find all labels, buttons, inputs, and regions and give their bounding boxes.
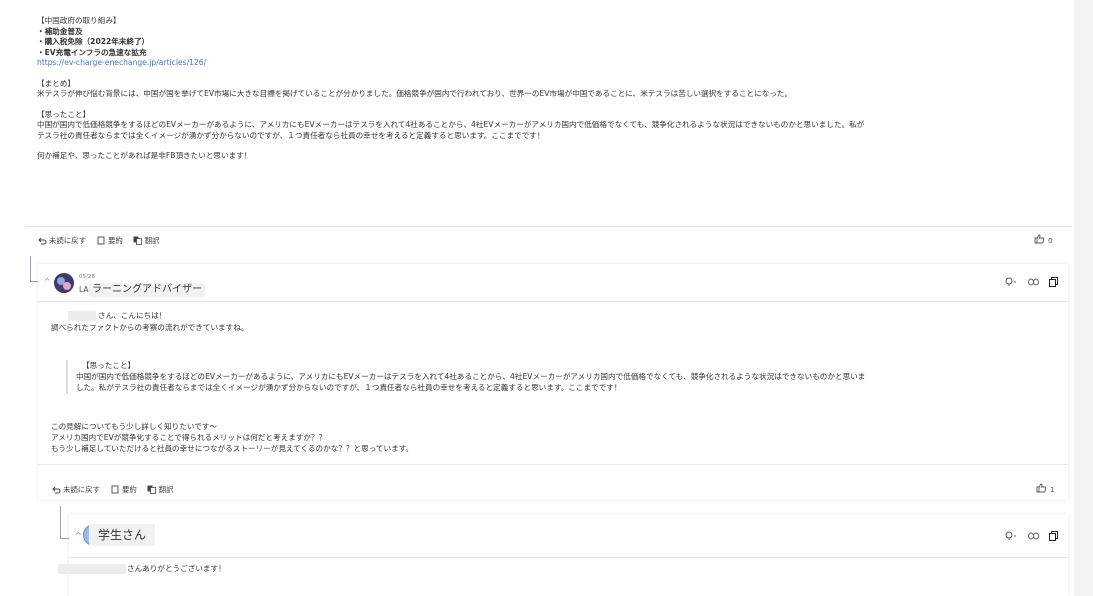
thought-text: 中国が国内で低価格競争をするほどのEVメーカーがあるように、アメリカにもEVメー… — [37, 120, 865, 129]
like-button[interactable]: 1 — [1036, 483, 1055, 495]
avatar — [54, 273, 74, 293]
mark-unread-button[interactable]: 未読に戻す — [37, 235, 86, 246]
reply-text: この見解についてもう少し詳しく知りたいです〜 — [51, 422, 217, 431]
page-canvas: 【中国政府の取り組み】 ・補助金普及 ・購入税免除（2022年末終了） ・EV充… — [0, 0, 1093, 596]
document-icon — [110, 485, 120, 494]
link-icon[interactable] — [1028, 532, 1039, 540]
reply-text: さんありがとうございます！ — [127, 564, 226, 573]
reply-text: もう少し補足していただけると社員の幸せにつながるストーリーが見えてくるのかな？？… — [51, 444, 414, 453]
translate-label: 翻訳 — [144, 236, 160, 245]
reply-text: アメリカ国内でEVが競争化することで得られるメリットは何だと考えますか？？ — [51, 433, 327, 442]
undo-icon — [51, 485, 61, 494]
collapse-toggle[interactable]: ^ — [44, 277, 51, 286]
post-line: ・EV充電インフラの急速な拡充 — [37, 47, 147, 57]
reply-greeting: さん、こんにちは！ — [98, 311, 167, 320]
like-button[interactable]: 0 — [1034, 234, 1053, 246]
post-line: ・補助金普及 — [37, 26, 83, 36]
closing-text: 何か補足や、思ったことがあれば是非FB頂きたいと思います！ — [37, 151, 252, 160]
mark-unread-button[interactable]: 未読に戻す — [51, 484, 100, 495]
undo-icon — [37, 236, 47, 245]
link-icon[interactable] — [1028, 278, 1039, 286]
document-icon — [96, 236, 106, 245]
copy-icon[interactable] — [1049, 277, 1058, 287]
reply-tools — [1005, 531, 1058, 541]
mark-unread-label: 未読に戻す — [49, 236, 86, 245]
reference-link[interactable]: https://ev-charge-enechange.jp/articles/… — [37, 58, 1077, 69]
thread-connector — [60, 506, 61, 538]
thought-heading: 【思ったこと】 — [37, 109, 91, 119]
reply-tools — [1005, 277, 1058, 287]
summary-label: 要約 — [107, 236, 123, 245]
divider — [38, 464, 1068, 465]
lightbulb-icon[interactable] — [1005, 277, 1018, 287]
reply-header: ^ 05/28 LA ラーニングアドバイザー — [38, 264, 1068, 302]
author-name: 学生さん — [89, 524, 156, 546]
role-badge: LA — [79, 285, 89, 294]
reply-card-advisor: ^ 05/28 LA ラーニングアドバイザー さん、こんにちは！ 調べられたファ… — [38, 264, 1068, 500]
reply-card-student: ^ 学生さん さんありがとうございます！ — [58, 514, 1068, 596]
lightbulb-icon[interactable] — [1005, 531, 1018, 541]
post-line: ・購入税免除（2022年末終了） — [37, 37, 150, 46]
quote-text: した。私がテスラ社の責任者ならまでは全くイメージが湧かず分からないのですが、１つ… — [76, 383, 622, 392]
author-name: ラーニングアドバイザー — [89, 283, 205, 297]
translate-label: 翻訳 — [158, 485, 174, 494]
quoted-block: 【思ったこと】 中国が国内で低価格競争をするほどのEVメーカーがあるように、アメ… — [66, 360, 1061, 394]
summary-button[interactable]: 要約 — [96, 235, 123, 246]
quote-text: 中国が国内で低価格競争をするほどのEVメーカーがあるように、アメリカにもEVメー… — [76, 372, 866, 381]
like-count: 1 — [1050, 484, 1055, 494]
summary-button[interactable]: 要約 — [110, 484, 137, 495]
thought-text: テスラ社の責任者ならまでは全くイメージが湧かず分からないのですが、１つ責任者なら… — [37, 130, 545, 140]
reply-action-bar: 未読に戻す 要約 翻訳 — [51, 484, 174, 495]
thumbs-up-icon — [1036, 483, 1047, 495]
translate-button[interactable]: 翻訳 — [133, 235, 160, 246]
post-date: 05/28 — [79, 274, 95, 280]
quote-heading: 【思ったこと】 — [82, 361, 136, 370]
thread-connector — [60, 538, 69, 539]
thumbs-up-icon — [1034, 234, 1045, 246]
collapse-toggle[interactable]: ^ — [75, 531, 82, 540]
copy-icon[interactable] — [1049, 531, 1058, 541]
translate-icon — [147, 485, 157, 494]
mark-unread-label: 未読に戻す — [63, 485, 100, 494]
like-count: 0 — [1048, 235, 1053, 245]
translate-button[interactable]: 翻訳 — [147, 484, 174, 495]
thread-connector — [30, 256, 31, 281]
translate-icon — [133, 236, 143, 245]
original-post: 【中国政府の取り組み】 ・補助金普及 ・購入税免除（2022年末終了） ・EV充… — [26, 0, 1072, 252]
divider — [26, 226, 1072, 227]
reply-text: 調べられたファクトからの考察の流れができていますね。 — [51, 323, 249, 332]
redacted-name — [68, 311, 96, 321]
summary-label: 要約 — [121, 485, 137, 494]
post-line: 【中国政府の取り組み】 — [37, 16, 121, 25]
post-body: 【中国政府の取り組み】 ・補助金普及 ・購入税免除（2022年末終了） ・EV充… — [37, 16, 1077, 162]
post-action-bar: 未読に戻す 要約 翻訳 — [37, 235, 160, 246]
thread-connector — [30, 281, 38, 282]
summary-heading: 【まとめ】 — [37, 78, 75, 88]
reply-header: ^ 学生さん — [69, 514, 1068, 558]
summary-text: 米テスラが伸び悩む背景には、中国が国を挙げてEV市場に大きな目標を掲げていること… — [37, 89, 793, 98]
redacted-name — [58, 564, 126, 574]
